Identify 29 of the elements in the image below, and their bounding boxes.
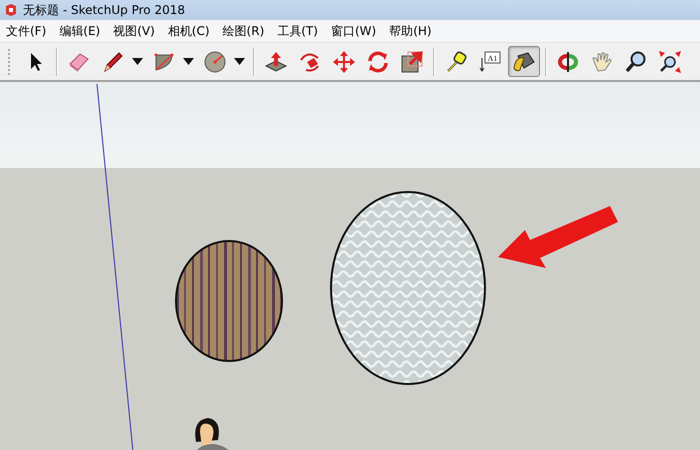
menu-item[interactable]: 帮助(H) bbox=[383, 22, 438, 40]
scale-icon bbox=[400, 50, 424, 74]
menu-item[interactable]: 视图(V) bbox=[107, 22, 161, 40]
caret-icon[interactable] bbox=[132, 58, 143, 65]
move-arrows-icon bbox=[332, 50, 356, 74]
zoom-extents-icon bbox=[658, 50, 682, 74]
person-silhouette-icon bbox=[195, 418, 230, 450]
paint-bucket-icon bbox=[512, 50, 536, 74]
text-label-tool-button[interactable]: A1 bbox=[474, 46, 506, 77]
rotate-arrows-icon bbox=[366, 50, 390, 74]
push-pull-icon bbox=[264, 50, 288, 74]
app-logo-icon bbox=[4, 3, 18, 17]
caret-icon[interactable] bbox=[234, 58, 245, 65]
menu-item[interactable]: 绘图(R) bbox=[216, 22, 270, 40]
window-title: 无标题 - SketchUp Pro 2018 bbox=[23, 2, 185, 18]
orbit-icon bbox=[556, 50, 580, 74]
paint-bucket-tool-button[interactable] bbox=[508, 46, 540, 77]
menu-item[interactable]: 工具(T) bbox=[271, 22, 324, 40]
zoom-icon bbox=[624, 50, 648, 74]
caret-icon[interactable] bbox=[183, 58, 194, 65]
menu-item[interactable]: 文件(F) bbox=[0, 22, 52, 40]
menu-item[interactable]: 窗口(W) bbox=[324, 22, 382, 40]
hand-icon bbox=[590, 50, 614, 74]
menu-item[interactable]: 编辑(E) bbox=[53, 22, 106, 40]
pencil-icon bbox=[101, 50, 125, 74]
menu-item[interactable]: 相机(C) bbox=[162, 22, 216, 40]
tool-label: A1 bbox=[488, 54, 498, 62]
arrow-icon bbox=[498, 206, 618, 268]
circle-icon bbox=[203, 50, 227, 74]
